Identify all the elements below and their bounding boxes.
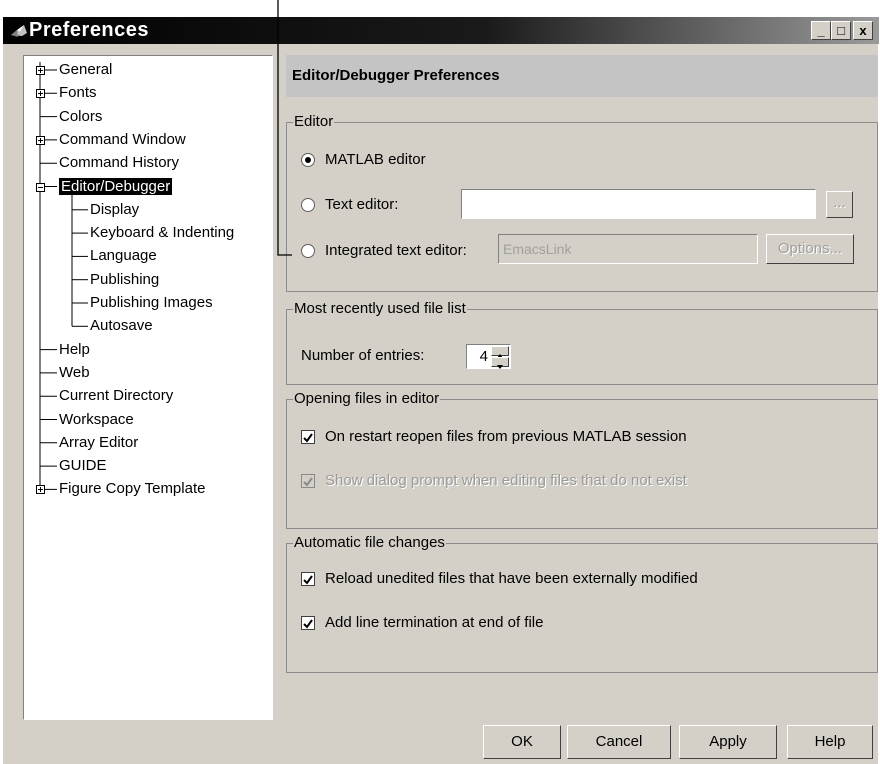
window-title: Preferences (29, 19, 150, 41)
check-mark-icon (303, 477, 313, 487)
panel-header: Editor/Debugger Preferences (286, 55, 878, 97)
integrated-editor-select[interactable]: EmacsLink (498, 234, 758, 264)
tree-item-display[interactable]: Display (90, 199, 139, 221)
opening-files-legend: Opening files in editor (293, 390, 441, 407)
expand-icon[interactable] (36, 135, 45, 145)
tree-item-fonts[interactable]: Fonts (59, 82, 97, 104)
editor-group-legend: Editor (293, 113, 335, 130)
tree-item-label: Publishing (90, 270, 160, 288)
tree-item-command-window[interactable]: Command Window (59, 129, 186, 151)
preferences-window: Preferences _ □ x General Fonts Colors Comm… (2, 16, 879, 764)
tree-item-command-history[interactable]: Command History (59, 152, 179, 174)
title-bar[interactable]: Preferences _ □ x (3, 17, 879, 44)
tree-item-label: Editor/Debugger (59, 177, 173, 195)
tree-item-web[interactable]: Web (59, 362, 90, 384)
tree-item-label: Workspace (59, 410, 134, 428)
apply-button[interactable]: Apply (679, 725, 777, 759)
collapse-icon[interactable] (36, 182, 45, 192)
show-prompt-checkbox[interactable] (301, 474, 315, 488)
tree-item-label: Array Editor (59, 433, 139, 451)
tree-item-label: GUIDE (59, 457, 107, 475)
reload-files-checkbox[interactable] (301, 572, 315, 586)
help-button[interactable]: Help (787, 725, 873, 759)
entries-spinner[interactable]: 4 (466, 344, 511, 369)
matlab-logo-icon (11, 25, 27, 37)
mru-group-legend: Most recently used file list (293, 300, 467, 317)
tree-item-autosave[interactable]: Autosave (90, 315, 153, 337)
line-termination-checkbox[interactable] (301, 616, 315, 630)
tree-item-label: Autosave (90, 317, 153, 335)
tree-item-publishing[interactable]: Publishing (90, 269, 159, 291)
entries-value[interactable]: 4 (480, 348, 488, 365)
opening-files-group: Opening files in editor (286, 390, 878, 529)
integrated-editor-radio[interactable] (301, 244, 315, 258)
spinner-up-button[interactable] (491, 346, 509, 358)
auto-changes-legend: Automatic file changes (293, 534, 446, 551)
spinner-down-button[interactable] (491, 357, 509, 369)
options-button[interactable]: Options... (766, 234, 854, 264)
tree-item-current-directory[interactable]: Current Directory (59, 385, 173, 407)
tree-item-label: Figure Copy Template (59, 480, 206, 498)
reload-files-label[interactable]: Reload unedited files that have been ext… (325, 570, 698, 587)
check-mark-icon (303, 575, 313, 585)
tree-item-help[interactable]: Help (59, 339, 90, 361)
tree-item-label: Publishing Images (90, 294, 213, 311)
minimize-button[interactable]: _ (811, 21, 831, 40)
check-mark-icon (303, 619, 313, 629)
tree-item-editor-debugger[interactable]: Editor/Debugger (59, 176, 173, 198)
tree-item-label: Web (59, 363, 90, 381)
arrow-down-icon (497, 365, 503, 369)
expand-icon[interactable] (36, 66, 45, 75)
tree-item-label: Command History (59, 154, 180, 172)
tree-item-label: Language (90, 247, 157, 265)
close-button[interactable]: x (853, 21, 873, 40)
tree-item-label: Fonts (59, 84, 97, 102)
tree-item-label: Display (90, 200, 140, 218)
maximize-button[interactable]: □ (831, 21, 851, 40)
tree-item-language[interactable]: Language (90, 245, 157, 267)
reopen-files-label[interactable]: On restart reopen files from previous MA… (325, 428, 687, 445)
preferences-tree[interactable]: General Fonts Colors Command Window Command … (23, 55, 273, 720)
text-editor-path-input[interactable] (461, 189, 816, 219)
show-prompt-label[interactable]: Show dialog prompt when editing files th… (325, 472, 687, 489)
tree-item-label: Current Directory (59, 387, 174, 405)
tree-item-keyboard-indenting[interactable]: Keyboard & Indenting (90, 222, 234, 244)
tree-item-label: Keyboard & Indenting (90, 224, 235, 242)
ok-button[interactable]: OK (483, 725, 561, 759)
tree-item-figure-copy-template[interactable]: Figure Copy Template (59, 478, 205, 500)
check-mark-icon (303, 433, 313, 443)
tree-item-guide[interactable]: GUIDE (59, 455, 107, 477)
tree-item-label: General (59, 61, 113, 78)
tree-item-colors[interactable]: Colors (59, 106, 102, 128)
panel-title: Editor/Debugger Preferences (292, 67, 500, 84)
tree-item-label: Colors (59, 107, 103, 125)
reopen-files-checkbox[interactable] (301, 430, 315, 444)
tree-item-array-editor[interactable]: Array Editor (59, 432, 138, 454)
text-editor-label[interactable]: Text editor: (325, 196, 398, 213)
expand-icon[interactable] (36, 485, 45, 495)
tree-item-publishing-images[interactable]: Publishing Images (90, 292, 213, 314)
text-editor-radio[interactable] (301, 198, 315, 212)
tree-item-label: Help (59, 340, 90, 358)
matlab-editor-label[interactable]: MATLAB editor (325, 151, 426, 168)
tree-item-general[interactable]: General (59, 59, 112, 81)
tree-item-workspace[interactable]: Workspace (59, 409, 134, 431)
expand-icon[interactable] (36, 89, 45, 99)
matlab-editor-radio[interactable] (301, 153, 315, 167)
tree-item-label: Command Window (59, 130, 186, 148)
line-termination-label[interactable]: Add line termination at end of file (325, 614, 543, 631)
integrated-editor-label[interactable]: Integrated text editor: (325, 242, 467, 259)
auto-changes-group: Automatic file changes (286, 534, 878, 673)
browse-button[interactable]: ... (826, 191, 853, 218)
cancel-button[interactable]: Cancel (567, 725, 671, 759)
entries-label: Number of entries: (301, 347, 425, 364)
